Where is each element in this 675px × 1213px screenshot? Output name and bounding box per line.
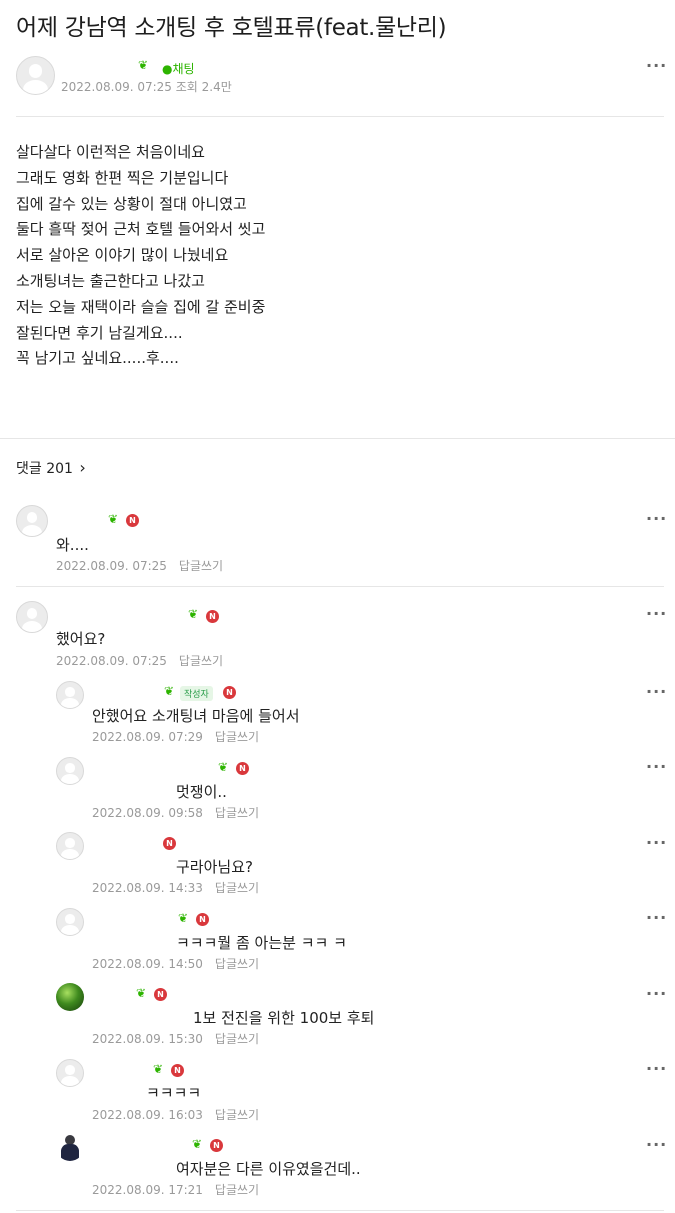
post-title: 어제 강남역 소개팅 후 호텔표류(feat.물난리) <box>16 15 447 41</box>
comment-count: 댓글 201 <box>16 461 73 477</box>
author-tag: 작성자 <box>180 686 213 701</box>
new-badge-icon: N <box>223 686 236 699</box>
comment-text: 와.... <box>56 536 89 554</box>
reply-meta: 2022.08.09. 14:50 답글쓰기 <box>92 955 259 972</box>
more-dots-icon[interactable]: ··· <box>646 682 667 701</box>
new-badge-icon: N <box>163 837 176 850</box>
post-meta: 2022.08.09. 07:25 조회 2.4만 <box>61 80 232 94</box>
reply-button[interactable]: 답글쓰기 <box>215 1108 259 1122</box>
reply-date: 2022.08.09. 14:33 <box>92 881 203 895</box>
reply-button[interactable]: 답글쓰기 <box>179 654 223 668</box>
more-dots-icon[interactable]: ··· <box>646 984 667 1003</box>
divider <box>16 1210 664 1211</box>
more-dots-icon[interactable]: ··· <box>646 509 667 528</box>
more-dots-icon[interactable]: ··· <box>646 604 667 623</box>
sprout-icon: ❦ <box>138 58 149 72</box>
new-badge-icon: N <box>236 762 249 775</box>
avatar[interactable] <box>56 1133 84 1161</box>
reply-button[interactable]: 답글쓰기 <box>179 559 223 573</box>
new-badge-icon: N <box>210 1139 223 1152</box>
sprout-icon: ❦ <box>108 512 119 526</box>
sprout-icon: ❦ <box>218 760 229 774</box>
reply-meta: 2022.08.09. 17:21 답글쓰기 <box>92 1181 259 1198</box>
avatar[interactable] <box>56 832 84 860</box>
reply-date: 2022.08.09. 14:50 <box>92 957 203 971</box>
more-dots-icon[interactable]: ··· <box>646 56 667 75</box>
sprout-icon: ❦ <box>136 986 147 1000</box>
comment-meta: 2022.08.09. 07:25 답글쓰기 <box>56 652 223 669</box>
sprout-icon: ❦ <box>192 1137 203 1151</box>
avatar[interactable] <box>16 601 48 633</box>
reply-meta: 2022.08.09. 15:30 답글쓰기 <box>92 1030 259 1047</box>
comment-text: 했어요? <box>56 630 106 648</box>
reply-button[interactable]: 답글쓰기 <box>215 806 259 820</box>
avatar[interactable] <box>16 505 48 537</box>
reply-text: 안했어요 소개팅녀 마음에 들어서 <box>92 707 300 725</box>
divider <box>16 116 664 117</box>
reply-date: 2022.08.09. 07:29 <box>92 730 203 744</box>
reply-text: 여자분은 다른 이유였을건데.. <box>176 1160 361 1178</box>
more-dots-icon[interactable]: ··· <box>646 757 667 776</box>
section-divider <box>0 438 675 439</box>
new-badge-icon: N <box>206 610 219 623</box>
reply-meta: 2022.08.09. 16:03 답글쓰기 <box>92 1106 259 1123</box>
new-badge-icon: N <box>154 988 167 1001</box>
chat-bubble-icon: ● <box>162 62 173 76</box>
reply-button[interactable]: 답글쓰기 <box>215 881 259 895</box>
reply-meta: 2022.08.09. 07:29 답글쓰기 <box>92 728 259 745</box>
new-badge-icon: N <box>196 913 209 926</box>
comment-date: 2022.08.09. 07:25 <box>56 654 167 668</box>
avatar[interactable] <box>56 983 84 1011</box>
sprout-icon: ❦ <box>188 607 199 621</box>
reply-text: 멋쟁이.. <box>176 783 227 801</box>
post-body: 살다살다 이런적은 처음이네요 그래도 영화 한편 찍은 기분입니다 집에 갈수… <box>16 143 266 368</box>
chat-button[interactable]: ●채팅 <box>162 58 195 77</box>
more-dots-icon[interactable]: ··· <box>646 833 667 852</box>
sprout-icon: ❦ <box>164 684 175 698</box>
reply-button[interactable]: 답글쓰기 <box>215 1183 259 1197</box>
comment-date: 2022.08.09. 07:25 <box>56 559 167 573</box>
reply-button[interactable]: 답글쓰기 <box>215 730 259 744</box>
more-dots-icon[interactable]: ··· <box>646 1059 667 1078</box>
reply-button[interactable]: 답글쓰기 <box>215 957 259 971</box>
reply-button[interactable]: 답글쓰기 <box>215 1032 259 1046</box>
reply-date: 2022.08.09. 15:30 <box>92 1032 203 1046</box>
reply-date: 2022.08.09. 17:21 <box>92 1183 203 1197</box>
avatar[interactable] <box>56 757 84 785</box>
avatar[interactable] <box>56 681 84 709</box>
chevron-right-icon: › <box>79 458 86 477</box>
avatar[interactable] <box>56 908 84 936</box>
avatar[interactable] <box>56 1059 84 1087</box>
comment-meta: 2022.08.09. 07:25 답글쓰기 <box>56 557 223 574</box>
reply-text: 구라아님요? <box>176 858 253 876</box>
author-avatar[interactable] <box>16 56 55 95</box>
divider <box>16 586 664 587</box>
reply-date: 2022.08.09. 09:58 <box>92 806 203 820</box>
reply-meta: 2022.08.09. 09:58 답글쓰기 <box>92 804 259 821</box>
reply-text: 1보 전진을 위한 100보 후퇴 <box>193 1009 375 1027</box>
reply-text: ㅋㅋㅋㅋ <box>146 1084 202 1102</box>
more-dots-icon[interactable]: ··· <box>646 908 667 927</box>
reply-meta: 2022.08.09. 14:33 답글쓰기 <box>92 879 259 896</box>
sprout-icon: ❦ <box>153 1062 164 1076</box>
new-badge-icon: N <box>126 514 139 527</box>
new-badge-icon: N <box>171 1064 184 1077</box>
more-dots-icon[interactable]: ··· <box>646 1135 667 1154</box>
comments-header[interactable]: 댓글 201 › <box>16 458 86 478</box>
reply-text: ㅋㅋㅋ뭘 좀 아는분 ㅋㅋ ㅋ <box>176 934 347 952</box>
reply-date: 2022.08.09. 16:03 <box>92 1108 203 1122</box>
chat-label: 채팅 <box>172 62 195 76</box>
sprout-icon: ❦ <box>178 911 189 925</box>
